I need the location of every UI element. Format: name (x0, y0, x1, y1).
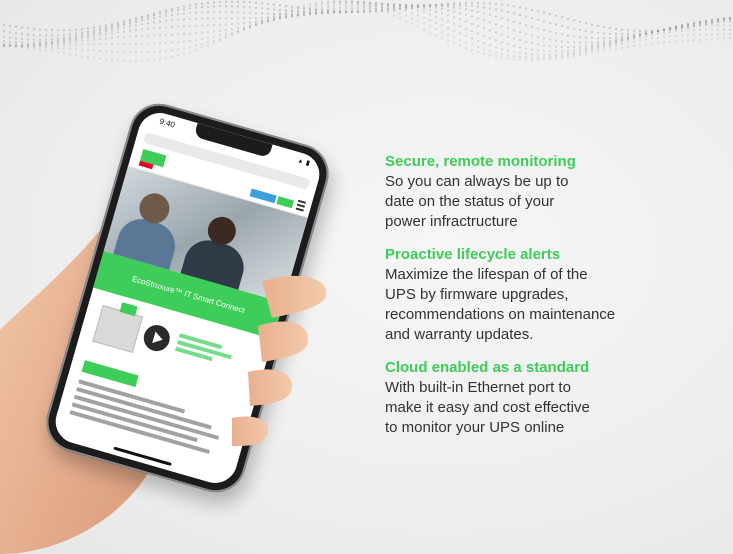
fingers-illustration (232, 275, 327, 446)
feature-text: UPS by firmware upgrades, (385, 286, 569, 303)
feature-item: Cloud enabled as a standard With built-i… (385, 358, 715, 438)
feature-text: With built-in Ethernet port to (385, 379, 571, 396)
feature-text: make it easy and cost effective (385, 399, 590, 416)
feature-text: date on the status of your (385, 193, 555, 210)
feature-item: Proactive lifecycle alerts Maximize the … (385, 245, 715, 345)
feature-text: recommendations on maintenance (385, 306, 616, 323)
feature-title: Proactive lifecycle alerts (385, 246, 561, 263)
feature-text: Maximize the lifespan of of the (385, 266, 588, 283)
feature-text: to monitor your UPS online (385, 419, 565, 436)
feature-title: Secure, remote monitoring (385, 153, 576, 170)
feature-item: Secure, remote monitoring So you can alw… (385, 152, 715, 232)
feature-text: and warranty updates. (385, 326, 534, 343)
feature-list: Secure, remote monitoring So you can alw… (385, 152, 715, 451)
promo-banner: 9:40 ▴ ▮ EcoStruxure™ IT Smart Connect S… (0, 0, 733, 554)
feature-text: power infractructure (385, 213, 518, 230)
feature-text: So you can always be up to (385, 173, 569, 190)
feature-title: Cloud enabled as a standard (385, 359, 590, 376)
